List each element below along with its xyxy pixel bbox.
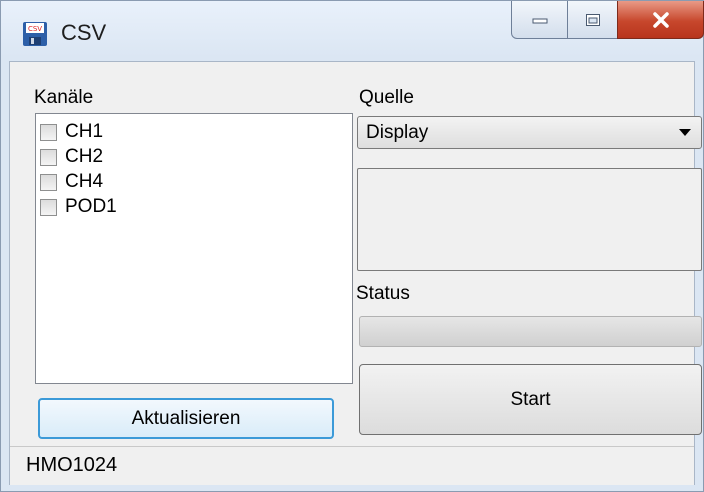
status-progress-bar [359, 316, 702, 347]
source-dropdown[interactable]: Display [357, 116, 702, 149]
list-item-ch2[interactable]: CH2 [40, 145, 103, 169]
source-label: Quelle [359, 87, 414, 108]
csv-floppy-icon: CSV [22, 21, 48, 47]
checkbox[interactable] [40, 148, 57, 166]
svg-text:CSV: CSV [28, 25, 42, 33]
channels-label: Kanäle [34, 87, 94, 108]
list-item-ch4[interactable]: CH4 [40, 170, 103, 194]
status-bar: HMO1024 [10, 446, 694, 485]
start-button[interactable]: Start [359, 364, 702, 435]
app-window: CSV CSV Kanäle CH1 CH2 CH4 POD1 Aktualis… [0, 0, 704, 492]
maximize-button[interactable] [567, 1, 618, 39]
list-item-label: CH2 [65, 146, 104, 167]
checkbox[interactable] [40, 123, 57, 141]
minimize-button[interactable] [511, 1, 568, 39]
status-label: Status [356, 283, 410, 304]
maximize-icon [585, 13, 600, 26]
list-item-pod1[interactable]: POD1 [40, 195, 117, 219]
list-item-label: CH1 [65, 121, 104, 142]
close-button[interactable] [617, 1, 704, 39]
window-title: CSV [61, 20, 107, 45]
device-name: HMO1024 [26, 454, 118, 476]
title-bar[interactable]: CSV CSV [1, 1, 704, 57]
source-selected-value: Display [366, 122, 429, 143]
minimize-icon [532, 18, 547, 23]
checkbox[interactable] [40, 173, 57, 191]
chevron-down-icon [679, 129, 691, 136]
channels-checked-listbox[interactable]: CH1 CH2 CH4 POD1 [35, 113, 353, 384]
list-item-label: POD1 [65, 196, 117, 217]
close-icon [652, 11, 669, 28]
list-item-label: CH4 [65, 171, 104, 192]
list-item-ch1[interactable]: CH1 [40, 120, 103, 144]
checkbox[interactable] [40, 198, 57, 216]
refresh-button[interactable]: Aktualisieren [38, 398, 334, 439]
output-textbox[interactable] [357, 168, 702, 271]
form-client-area: Kanäle CH1 CH2 CH4 POD1 Aktualisieren Qu… [9, 61, 702, 485]
